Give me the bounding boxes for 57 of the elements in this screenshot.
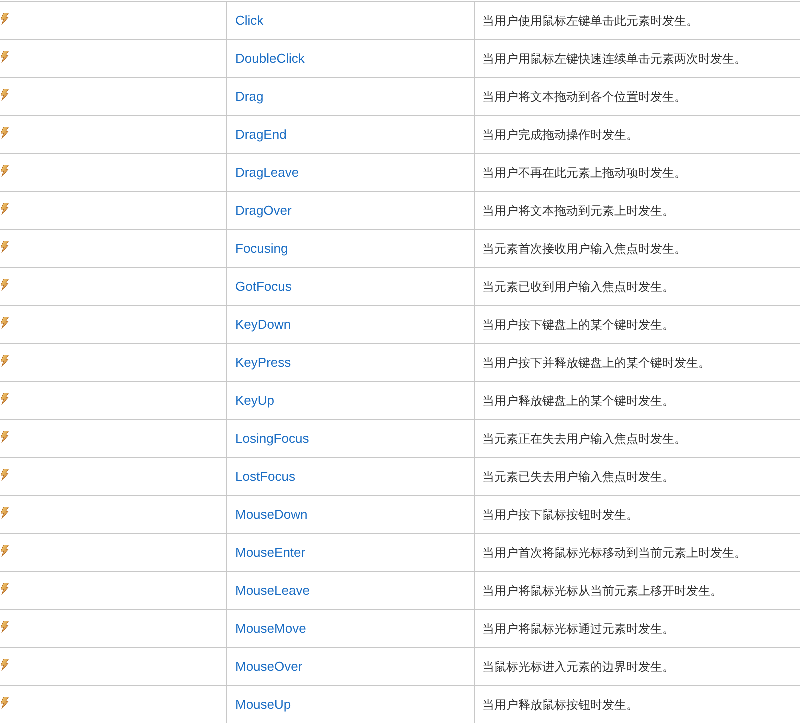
event-link[interactable]: DragOver bbox=[236, 202, 292, 218]
event-description: 当用户按下键盘上的某个键时发生。 bbox=[482, 318, 674, 332]
lightning-icon bbox=[0, 545, 9, 557]
lightning-icon bbox=[0, 697, 9, 709]
lightning-icon bbox=[0, 203, 9, 215]
event-link[interactable]: KeyUp bbox=[236, 392, 275, 408]
event-link[interactable]: Focusing bbox=[236, 240, 288, 256]
event-link[interactable]: MouseOver bbox=[236, 658, 303, 674]
lightning-icon bbox=[0, 13, 9, 25]
lightning-icon bbox=[0, 241, 9, 253]
event-link[interactable]: MouseUp bbox=[236, 696, 292, 712]
lightning-icon bbox=[0, 51, 9, 63]
lightning-icon bbox=[0, 393, 9, 405]
event-description: 当元素已收到用户输入焦点时发生。 bbox=[482, 280, 674, 294]
event-link[interactable]: LostFocus bbox=[236, 468, 296, 484]
event-description: 当用户释放键盘上的某个键时发生。 bbox=[482, 394, 674, 408]
event-link[interactable]: KeyPress bbox=[236, 354, 292, 370]
event-description: 当元素正在失去用户输入焦点时发生。 bbox=[482, 432, 686, 446]
event-link[interactable]: KeyDown bbox=[236, 316, 292, 332]
event-link[interactable]: Click bbox=[236, 12, 264, 28]
event-description: 当用户用鼠标左键快速连续单击元素两次时发生。 bbox=[482, 52, 746, 66]
event-description: 当鼠标光标进入元素的边界时发生。 bbox=[482, 660, 674, 674]
event-description: 当用户首次将鼠标光标移动到当前元素上时发生。 bbox=[482, 546, 746, 560]
lightning-icon bbox=[0, 279, 9, 291]
event-description: 当用户将文本拖动到元素上时发生。 bbox=[482, 204, 674, 218]
event-link[interactable]: Drag bbox=[236, 88, 264, 104]
lightning-icon bbox=[0, 583, 9, 595]
lightning-icon bbox=[0, 89, 9, 101]
event-description: 当用户不再在此元素上拖动项时发生。 bbox=[482, 166, 686, 180]
event-description: 当用户使用鼠标左键单击此元素时发生。 bbox=[482, 14, 698, 28]
event-link[interactable]: MouseMove bbox=[236, 620, 306, 636]
event-description: 当用户按下并释放键盘上的某个键时发生。 bbox=[482, 356, 710, 370]
event-link[interactable]: MouseLeave bbox=[236, 582, 310, 598]
event-description: 当用户按下鼠标按钮时发生。 bbox=[482, 508, 638, 522]
event-link[interactable]: DoubleClick bbox=[236, 50, 305, 66]
event-link[interactable]: LosingFocus bbox=[236, 430, 310, 446]
lightning-icon bbox=[0, 355, 9, 367]
event-description: 当用户将鼠标光标从当前元素上移开时发生。 bbox=[482, 584, 722, 598]
lightning-icon bbox=[0, 317, 9, 329]
event-description: 当用户将鼠标光标通过元素时发生。 bbox=[482, 622, 674, 636]
event-link[interactable]: MouseDown bbox=[236, 506, 308, 522]
lightning-icon bbox=[0, 431, 9, 443]
event-link[interactable]: DragEnd bbox=[236, 126, 287, 142]
lightning-icon bbox=[0, 507, 9, 519]
event-description: 当元素已失去用户输入焦点时发生。 bbox=[482, 470, 674, 484]
lightning-icon bbox=[0, 469, 9, 481]
event-link[interactable]: MouseEnter bbox=[236, 544, 306, 560]
lightning-icon bbox=[0, 127, 9, 139]
event-description: 当用户将文本拖动到各个位置时发生。 bbox=[482, 90, 686, 104]
lightning-icon bbox=[0, 621, 9, 633]
event-link[interactable]: GotFocus bbox=[236, 278, 292, 294]
event-description: 当用户释放鼠标按钮时发生。 bbox=[482, 698, 638, 712]
event-link[interactable]: DragLeave bbox=[236, 164, 300, 180]
lightning-icon bbox=[0, 165, 9, 177]
event-description: 当元素首次接收用户输入焦点时发生。 bbox=[482, 242, 686, 256]
lightning-icon bbox=[0, 659, 9, 671]
event-description: 当用户完成拖动操作时发生。 bbox=[482, 128, 638, 142]
